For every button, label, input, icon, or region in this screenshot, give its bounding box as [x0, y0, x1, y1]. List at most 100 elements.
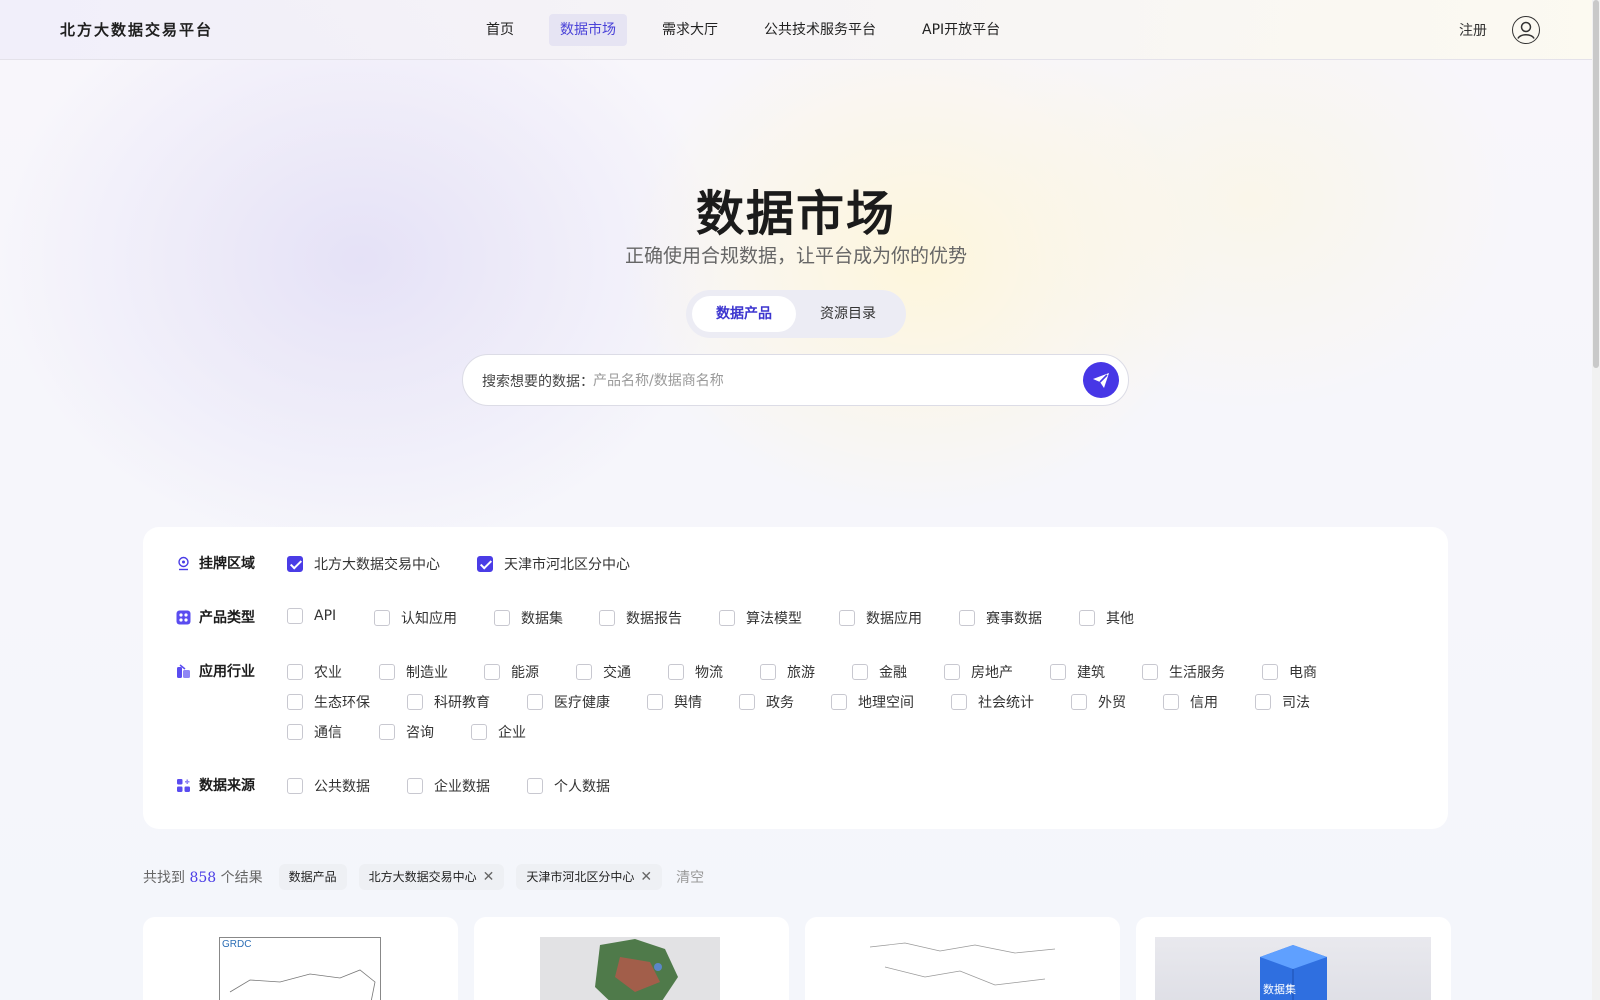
option-label: 制造业 [406, 665, 448, 681]
option-industry-foreign-trade[interactable]: 外贸 [1071, 692, 1126, 712]
option-source-enterprise[interactable]: 企业数据 [407, 776, 490, 796]
close-icon[interactable]: ✕ [640, 864, 652, 890]
option-type-data-app[interactable]: 数据应用 [839, 608, 922, 628]
option-industry-geospatial[interactable]: 地理空间 [831, 692, 914, 712]
nav-public-tech-platform[interactable]: 公共技术服务平台 [753, 14, 887, 46]
nav-data-market[interactable]: 数据市场 [549, 14, 627, 46]
product-card[interactable] [805, 917, 1120, 1000]
option-industry-consulting[interactable]: 咨询 [379, 722, 434, 742]
checkbox[interactable] [407, 694, 423, 710]
option-type-other[interactable]: 其他 [1079, 608, 1134, 628]
close-icon[interactable]: ✕ [483, 864, 495, 890]
option-region-north[interactable]: 北方大数据交易中心 [287, 554, 440, 574]
checkbox[interactable] [1079, 610, 1095, 626]
checkbox[interactable] [287, 694, 303, 710]
option-industry-public-opinion[interactable]: 舆情 [647, 692, 702, 712]
checkbox[interactable] [944, 664, 960, 680]
checkbox[interactable] [471, 724, 487, 740]
checkbox[interactable] [576, 664, 592, 680]
checkbox[interactable] [719, 610, 735, 626]
checkbox[interactable] [527, 778, 543, 794]
option-type-api[interactable]: API [287, 608, 336, 624]
option-type-data-report[interactable]: 数据报告 [599, 608, 682, 628]
option-industry-telecom[interactable]: 通信 [287, 722, 342, 742]
checkbox[interactable] [287, 724, 303, 740]
option-industry-credit[interactable]: 信用 [1163, 692, 1218, 712]
option-industry-enterprise[interactable]: 企业 [471, 722, 526, 742]
filter-chip: 数据产品 [278, 864, 347, 890]
checkbox[interactable] [494, 610, 510, 626]
search-button[interactable] [1083, 362, 1119, 398]
option-industry-energy[interactable]: 能源 [484, 662, 539, 682]
option-type-dataset[interactable]: 数据集 [494, 608, 563, 628]
option-industry-research-education[interactable]: 科研教育 [407, 692, 490, 712]
option-industry-life-services[interactable]: 生活服务 [1142, 662, 1225, 682]
nav-home[interactable]: 首页 [475, 14, 525, 46]
option-industry-construction[interactable]: 建筑 [1050, 662, 1105, 682]
option-industry-judiciary[interactable]: 司法 [1255, 692, 1310, 712]
option-industry-manufacturing[interactable]: 制造业 [379, 662, 448, 682]
option-industry-ecology[interactable]: 生态环保 [287, 692, 370, 712]
filter-label-region: 挂牌区域 [199, 556, 255, 572]
product-card[interactable] [474, 917, 789, 1000]
nav-demand-hall[interactable]: 需求大厅 [651, 14, 729, 46]
checkbox[interactable] [1050, 664, 1066, 680]
site-logo[interactable]: 北方大数据交易平台 [60, 19, 213, 40]
option-label: 科研教育 [434, 695, 490, 711]
option-source-public[interactable]: 公共数据 [287, 776, 370, 796]
option-type-cognitive-app[interactable]: 认知应用 [374, 608, 457, 628]
tab-resource-catalog[interactable]: 资源目录 [796, 296, 900, 332]
checkbox[interactable] [379, 664, 395, 680]
checkbox[interactable] [1142, 664, 1158, 680]
checkbox[interactable] [1071, 694, 1087, 710]
option-source-personal[interactable]: 个人数据 [527, 776, 610, 796]
checkbox[interactable] [668, 664, 684, 680]
checkbox[interactable] [379, 724, 395, 740]
checkbox[interactable] [287, 608, 303, 624]
option-region-tianjin[interactable]: 天津市河北区分中心 [477, 554, 630, 574]
option-industry-agriculture[interactable]: 农业 [287, 662, 342, 682]
option-industry-tourism[interactable]: 旅游 [760, 662, 815, 682]
checkbox[interactable] [287, 664, 303, 680]
checkbox[interactable] [374, 610, 390, 626]
option-type-competition-data[interactable]: 赛事数据 [959, 608, 1042, 628]
checkbox[interactable] [839, 610, 855, 626]
page-scrollbar[interactable] [1592, 0, 1600, 1000]
user-avatar-icon[interactable] [1512, 16, 1540, 44]
option-industry-logistics[interactable]: 物流 [668, 662, 723, 682]
checkbox[interactable] [959, 610, 975, 626]
checkbox[interactable] [1262, 664, 1278, 680]
tab-data-products[interactable]: 数据产品 [692, 296, 796, 332]
checkbox[interactable] [484, 664, 500, 680]
search-input[interactable] [593, 369, 1033, 393]
nav-api-platform[interactable]: API开放平台 [911, 14, 1011, 46]
register-link[interactable]: 注册 [1459, 20, 1487, 40]
option-industry-healthcare[interactable]: 医疗健康 [527, 692, 610, 712]
checkbox[interactable] [1255, 694, 1271, 710]
checkbox[interactable] [831, 694, 847, 710]
checkbox[interactable] [739, 694, 755, 710]
checkbox[interactable] [647, 694, 663, 710]
checkbox[interactable] [287, 556, 303, 572]
clear-filters-button[interactable]: 清空 [676, 867, 704, 887]
checkbox[interactable] [599, 610, 615, 626]
checkbox[interactable] [852, 664, 868, 680]
checkbox[interactable] [287, 778, 303, 794]
checkbox[interactable] [407, 778, 423, 794]
option-industry-finance[interactable]: 金融 [852, 662, 907, 682]
option-type-algorithm-model[interactable]: 算法模型 [719, 608, 802, 628]
product-card[interactable]: 数据集 [1136, 917, 1451, 1000]
option-label: 天津市河北区分中心 [504, 557, 630, 573]
checkbox[interactable] [760, 664, 776, 680]
option-industry-real-estate[interactable]: 房地产 [944, 662, 1013, 682]
option-industry-ecommerce[interactable]: 电商 [1262, 662, 1317, 682]
checkbox[interactable] [951, 694, 967, 710]
product-card[interactable]: GRDC [143, 917, 458, 1000]
option-industry-government[interactable]: 政务 [739, 692, 794, 712]
option-industry-transport[interactable]: 交通 [576, 662, 631, 682]
option-industry-social-statistics[interactable]: 社会统计 [951, 692, 1034, 712]
checkbox[interactable] [527, 694, 543, 710]
scrollbar-thumb[interactable] [1593, 0, 1599, 368]
checkbox[interactable] [1163, 694, 1179, 710]
checkbox[interactable] [477, 556, 493, 572]
